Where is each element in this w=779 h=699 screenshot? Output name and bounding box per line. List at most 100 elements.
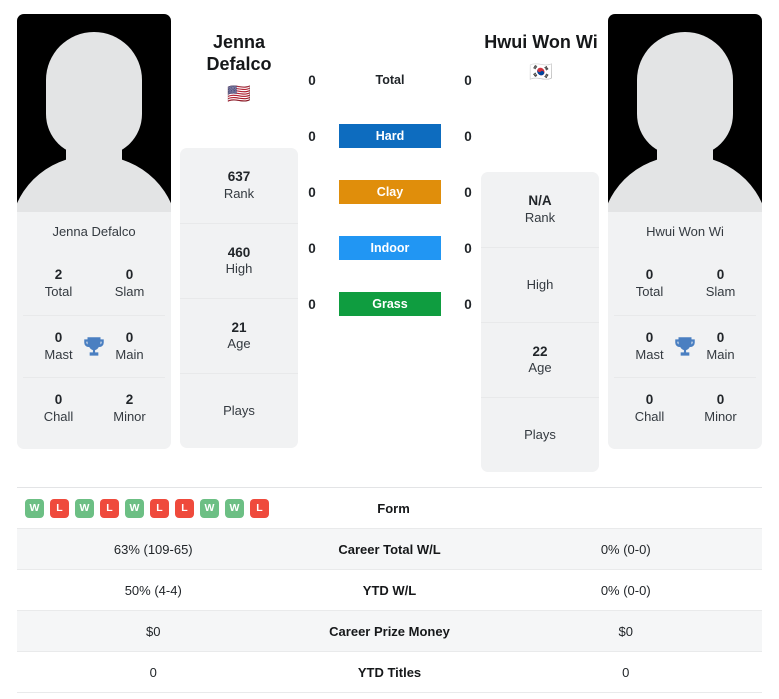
- surface-badge-total: Total: [375, 73, 405, 87]
- surface-score-left: 0: [308, 72, 316, 88]
- surface-row-hard: 0 Hard 0: [300, 108, 480, 164]
- titles-stats-right: 0 Total 0 Slam 0 Mast 0 Main 0 Chall 0 M…: [608, 253, 762, 449]
- surface-score-left: 0: [308, 128, 316, 144]
- surface-badge-indoor: Indoor: [339, 236, 441, 260]
- stat-label: Total: [44, 284, 73, 300]
- rank-label: Rank: [223, 185, 255, 201]
- rank-value: N/A: [528, 193, 552, 209]
- rank-value: 637: [227, 169, 251, 185]
- stat-label: Chall: [634, 408, 665, 424]
- stat-label: Minor: [704, 408, 737, 424]
- stat-value: 0: [716, 391, 725, 407]
- table-row: $0 Career Prize Money $0: [17, 611, 762, 652]
- surface-score-left: 0: [308, 296, 316, 312]
- table-row-label: YTD Titles: [357, 664, 422, 680]
- surface-row-total: 0 Total 0: [300, 52, 480, 108]
- surface-badge-hard: Hard: [339, 124, 441, 148]
- surface-row-indoor: 0 Indoor 0: [300, 220, 480, 276]
- ranking-card-left: 637 Rank 460 High 21 Age Plays: [180, 148, 298, 448]
- stat-minor-right: 0 Minor: [685, 392, 756, 425]
- rank-row-rank-left: 637 Rank: [180, 148, 298, 223]
- stat-value: 2: [125, 391, 134, 407]
- rank-label: Age: [227, 336, 251, 352]
- rank-label: High: [526, 276, 554, 292]
- table-cell-left: 50% (4-4): [124, 582, 182, 598]
- surface-score-left: 0: [308, 184, 316, 200]
- surface-row-grass: 0 Grass 0: [300, 276, 480, 332]
- rank-row-age-left: 21 Age: [180, 298, 298, 373]
- table-cell-right: 0: [622, 664, 630, 680]
- surface-row-clay: 0 Clay 0: [300, 164, 480, 220]
- table-row-form: WLWLWLLWWL Form: [17, 488, 762, 529]
- stat-value: 0: [645, 267, 654, 283]
- stat-label: Slam: [705, 284, 736, 300]
- surface-score-right: 0: [464, 296, 472, 312]
- player-name-left-line2: Defalco: [206, 53, 272, 74]
- rank-label: Age: [528, 360, 552, 376]
- player-avatar-right: [608, 14, 762, 212]
- form-badge-win: W: [75, 498, 94, 518]
- form-badge-loss: L: [50, 498, 69, 518]
- titles-row: 2 Total 0 Slam: [23, 253, 165, 315]
- titles-row: 0 Total 0 Slam: [614, 253, 756, 315]
- rank-row-plays-left: Plays: [180, 373, 298, 448]
- surface-badge-grass: Grass: [339, 292, 441, 316]
- form-badge-win: W: [225, 498, 244, 518]
- table-row-label: Form: [377, 500, 410, 516]
- form-badge-loss: L: [250, 498, 269, 518]
- table-row: 0 YTD Titles 0: [17, 652, 762, 693]
- rank-row-age-right: 22 Age: [481, 322, 599, 397]
- table-cell-left: 63% (109-65): [113, 541, 193, 557]
- rank-row-plays-right: Plays: [481, 397, 599, 472]
- comparison-stats-table: WLWLWLLWWL Form 63% (109-65) Career Tota…: [17, 487, 762, 693]
- rank-label: Plays: [524, 426, 556, 442]
- table-row-label: Career Total W/L: [338, 541, 441, 557]
- form-badge-win: W: [25, 498, 44, 518]
- table-row-label: Career Prize Money: [329, 623, 450, 639]
- stat-chall-right: 0 Chall: [614, 392, 685, 425]
- stat-total-right: 0 Total: [614, 267, 685, 300]
- player-flag-left: 🇺🇸: [227, 83, 251, 105]
- stat-value: 0: [125, 267, 134, 283]
- trophy-icon: [84, 336, 104, 356]
- table-row: 50% (4-4) YTD W/L 0% (0-0): [17, 570, 762, 611]
- player-name-right-line1: Hwui Won Wi: [484, 32, 598, 52]
- form-badge-loss: L: [100, 498, 119, 518]
- stat-label: Total: [635, 284, 664, 300]
- ranking-card-right: N/A Rank High 22 Age Plays: [481, 172, 599, 472]
- titles-row: 0 Chall 2 Minor: [23, 377, 165, 439]
- player-comparison-area: Jenna Defalco 2 Total 0 Slam 0 Mast 0 Ma…: [0, 0, 779, 478]
- player-heading-right: Hwui Won Wi 🇰🇷: [456, 32, 626, 82]
- player-photo-caption-left: Jenna Defalco: [52, 224, 136, 239]
- form-badge-win: W: [125, 498, 144, 518]
- surface-badge-clay: Clay: [339, 180, 441, 204]
- rank-label: Plays: [223, 402, 255, 418]
- titles-row: 0 Mast 0 Main: [614, 315, 756, 377]
- table-cell-left: $0: [146, 623, 161, 639]
- stat-minor-left: 2 Minor: [94, 392, 165, 425]
- stat-value: 0: [645, 391, 654, 407]
- stat-value: 0: [54, 391, 63, 407]
- avatar-shoulders: [608, 156, 762, 212]
- stat-value: 2: [54, 267, 63, 283]
- rank-row-high-left: 460 High: [180, 223, 298, 298]
- form-badges-left: WLWLWLLWWL: [17, 498, 294, 518]
- avatar-shoulders: [17, 156, 171, 212]
- stat-label: Chall: [43, 408, 74, 424]
- rank-value: 21: [231, 319, 247, 335]
- stat-total-left: 2 Total: [23, 267, 94, 300]
- rank-label: Rank: [524, 209, 556, 225]
- rank-label: High: [225, 261, 253, 277]
- player-photo-card-right: Hwui Won Wi 0 Total 0 Slam 0 Mast 0 Main…: [608, 14, 762, 449]
- form-badge-loss: L: [175, 498, 194, 518]
- table-cell-right: 0% (0-0): [600, 541, 651, 557]
- titles-stats-left: 2 Total 0 Slam 0 Mast 0 Main 0 Chall 2 M…: [17, 253, 171, 449]
- table-row: 63% (109-65) Career Total W/L 0% (0-0): [17, 529, 762, 570]
- stat-label: Slam: [114, 284, 145, 300]
- stat-value: 0: [716, 267, 725, 283]
- surface-score-right: 0: [464, 184, 472, 200]
- table-row-label: YTD W/L: [362, 582, 417, 598]
- rank-value: 22: [532, 343, 548, 359]
- surface-score-right: 0: [464, 72, 472, 88]
- player-photo-card-left: Jenna Defalco 2 Total 0 Slam 0 Mast 0 Ma…: [17, 14, 171, 449]
